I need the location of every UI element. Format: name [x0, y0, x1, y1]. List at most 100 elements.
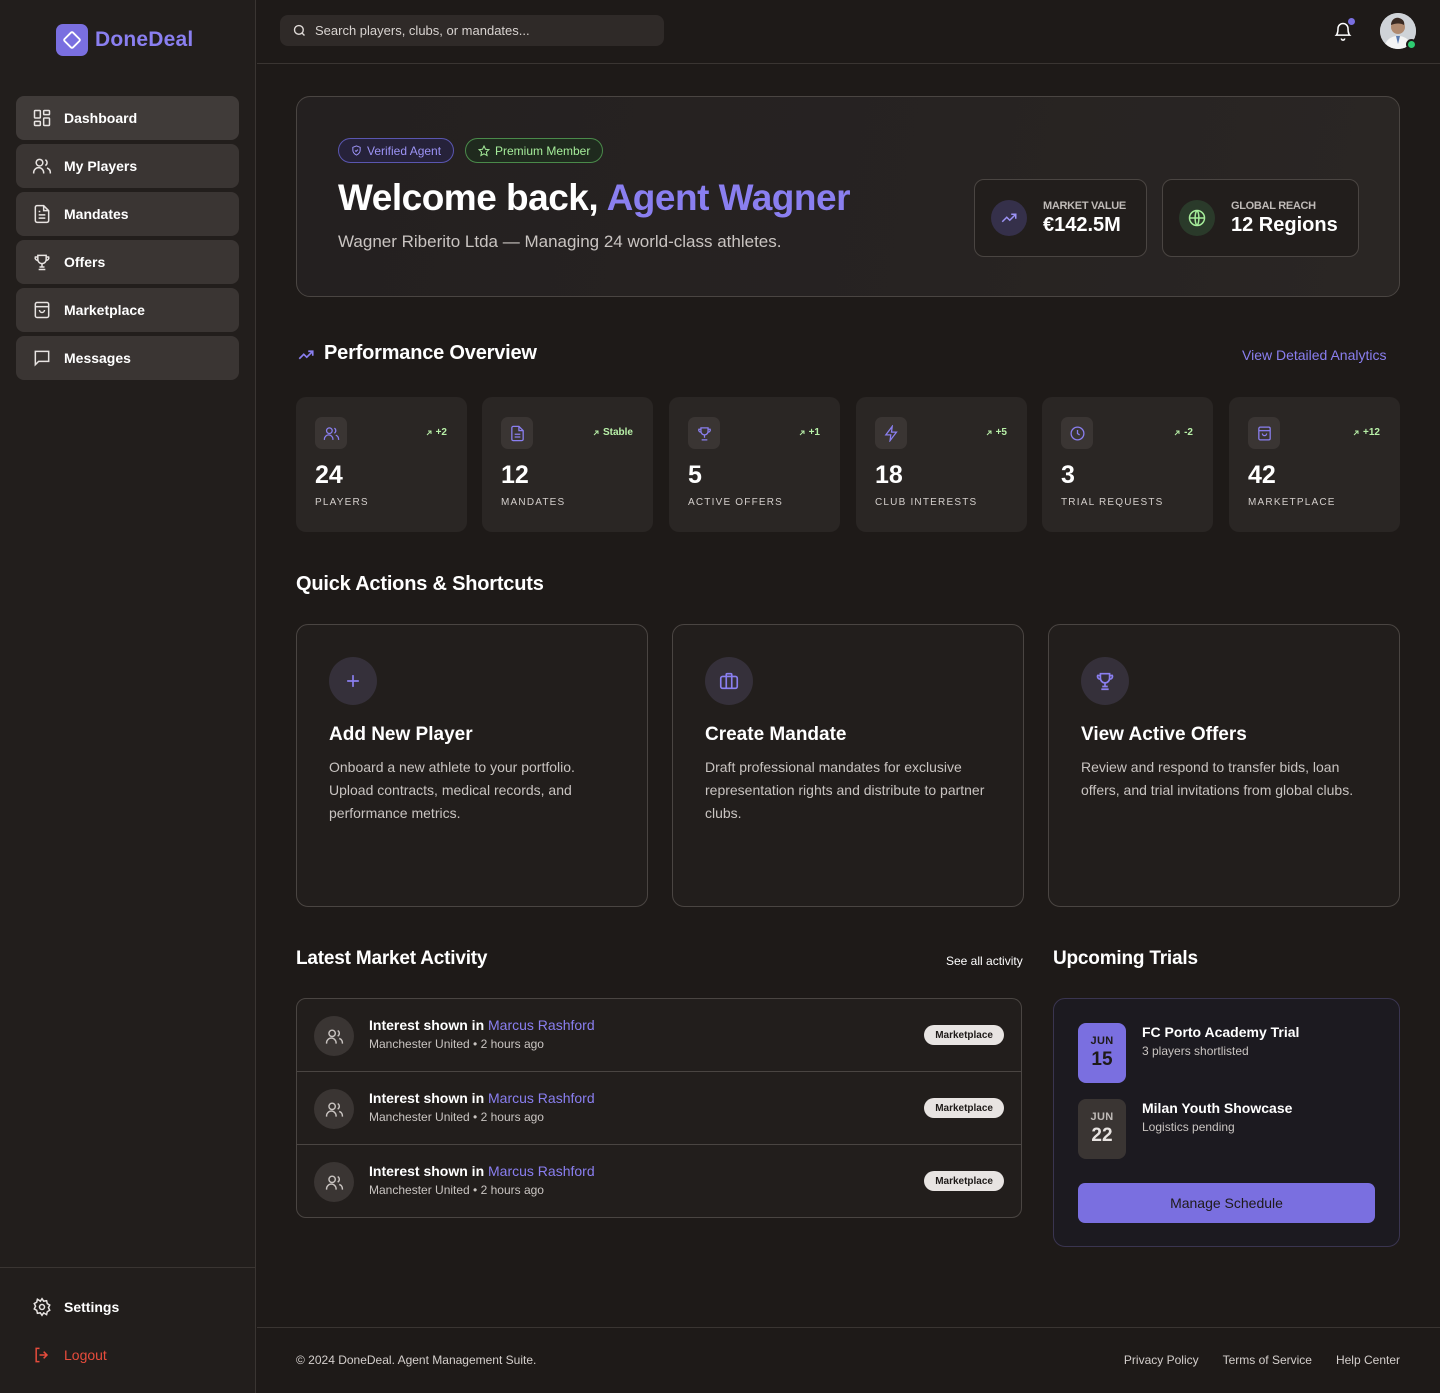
sidebar-item-offers[interactable]: Offers	[16, 240, 239, 284]
trophy-icon	[688, 417, 720, 449]
trophy-icon	[32, 252, 52, 272]
notification-dot	[1348, 18, 1355, 25]
market-activity-title: Latest Market Activity	[296, 948, 488, 969]
add-new-player-card[interactable]: Add New Player Onboard a new athlete to …	[296, 624, 648, 907]
market-value: €142.5M	[1043, 213, 1121, 236]
player-link[interactable]: Marcus Rashford	[488, 1090, 595, 1106]
create-mandate-card[interactable]: Create Mandate Draft professional mandat…	[672, 624, 1024, 907]
sidebar-item-messages[interactable]: Messages	[16, 336, 239, 380]
search-input[interactable]	[315, 23, 655, 38]
trial-item[interactable]: JUN 15 FC Porto Academy Trial 3 players …	[1078, 1023, 1299, 1083]
sidebar-item-label: Dashboard	[64, 110, 138, 126]
premium-badge-label: Premium Member	[495, 143, 591, 158]
message-icon	[32, 348, 52, 368]
document-icon	[501, 417, 533, 449]
manage-schedule-button[interactable]: Manage Schedule	[1078, 1183, 1375, 1223]
player-link[interactable]: Marcus Rashford	[488, 1163, 595, 1179]
global-reach-card: GLOBAL REACH 12 Regions	[1162, 179, 1359, 257]
star-icon	[478, 144, 490, 157]
trial-day: 22	[1091, 1125, 1113, 1146]
trial-date: JUN 15	[1078, 1023, 1126, 1083]
help-center-link[interactable]: Help Center	[1336, 1353, 1400, 1367]
trend-value: +2	[435, 427, 447, 438]
activity-title: Interest shown in Marcus Rashford	[369, 1017, 595, 1033]
card-description: Review and respond to transfer bids, loa…	[1081, 759, 1354, 798]
card-description: Onboard a new athlete to your portfolio.…	[329, 759, 575, 821]
card-title: View Active Offers	[1081, 724, 1247, 745]
card-title: Add New Player	[329, 724, 473, 745]
sidebar-item-dashboard[interactable]: Dashboard	[16, 96, 239, 140]
kpi-label: PLAYERS	[315, 497, 369, 508]
activity-prefix: Interest shown in	[369, 1163, 489, 1179]
trend-value: +5	[995, 427, 1007, 438]
kpi-value: 5	[688, 461, 702, 489]
sidebar-item-marketplace[interactable]: Marketplace	[16, 288, 239, 332]
market-value-label: MARKET VALUE	[1043, 199, 1126, 212]
trial-month: JUN	[1090, 1035, 1114, 1047]
welcome-hero: Verified Agent Premium Member Welcome ba…	[296, 96, 1400, 297]
sidebar-item-mandates[interactable]: Mandates	[16, 192, 239, 236]
activity-row[interactable]: Interest shown in Marcus Rashford Manche…	[297, 999, 1021, 1072]
logout-label: Logout	[64, 1347, 107, 1363]
logo[interactable]: DoneDeal	[56, 24, 193, 56]
logo-mark-icon	[56, 24, 88, 56]
logout-link[interactable]: Logout	[32, 1345, 107, 1365]
activity-row[interactable]: Interest shown in Marcus Rashford Manche…	[297, 1145, 1021, 1217]
shopping-bag-icon	[32, 300, 52, 320]
performance-overview-title: Performance Overview	[324, 342, 537, 364]
kpi-trend: +5	[985, 427, 1007, 438]
activity-meta: Manchester United • 2 hours ago	[369, 1183, 544, 1197]
globe-icon	[1179, 200, 1215, 236]
lightning-icon	[875, 417, 907, 449]
trophy-icon	[1081, 657, 1129, 705]
activity-prefix: Interest shown in	[369, 1017, 489, 1033]
activity-row[interactable]: Interest shown in Marcus Rashford Manche…	[297, 1072, 1021, 1145]
notifications-button[interactable]	[1333, 18, 1355, 42]
card-title: Create Mandate	[705, 724, 847, 745]
privacy-policy-link[interactable]: Privacy Policy	[1124, 1353, 1199, 1367]
activity-badge: Marketplace	[924, 1098, 1004, 1118]
sidebar-item-label: My Players	[64, 158, 138, 174]
kpi-card-mandates[interactable]: Stable 12 MANDATES	[482, 397, 653, 532]
upcoming-trials-title: Upcoming Trials	[1053, 948, 1198, 969]
settings-label: Settings	[64, 1299, 120, 1315]
activity-meta: Manchester United • 2 hours ago	[369, 1110, 544, 1124]
search-icon	[292, 23, 307, 38]
activity-title: Interest shown in Marcus Rashford	[369, 1090, 595, 1106]
sidebar: DoneDeal Dashboard My Players Mandates O…	[0, 0, 256, 1393]
kpi-trend: +12	[1352, 427, 1380, 438]
kpi-card-club-interests[interactable]: +5 18 CLUB INTERESTS	[856, 397, 1027, 532]
view-active-offers-card[interactable]: View Active Offers Review and respond to…	[1048, 624, 1400, 907]
sidebar-item-my-players[interactable]: My Players	[16, 144, 239, 188]
kpi-card-active-offers[interactable]: +1 5 ACTIVE OFFERS	[669, 397, 840, 532]
clock-icon	[1061, 417, 1093, 449]
activity-meta: Manchester United • 2 hours ago	[369, 1037, 544, 1051]
trial-note: Logistics pending	[1142, 1120, 1235, 1134]
trial-month: JUN	[1090, 1111, 1114, 1123]
trial-item[interactable]: JUN 22 Milan Youth Showcase Logistics pe…	[1078, 1099, 1292, 1159]
sidebar-nav: Dashboard My Players Mandates Offers Mar…	[16, 96, 239, 384]
player-link[interactable]: Marcus Rashford	[488, 1017, 595, 1033]
footer: © 2024 DoneDeal. Agent Management Suite.…	[257, 1327, 1440, 1393]
briefcase-icon	[705, 657, 753, 705]
kpi-card-trial-requests[interactable]: -2 3 TRIAL REQUESTS	[1042, 397, 1213, 532]
settings-link[interactable]: Settings	[32, 1297, 119, 1317]
dashboard-icon	[32, 108, 52, 128]
trial-day: 15	[1091, 1049, 1113, 1070]
terms-of-service-link[interactable]: Terms of Service	[1223, 1353, 1312, 1367]
shield-icon	[351, 145, 362, 156]
see-all-activity-link[interactable]: See all activity	[946, 954, 1023, 968]
agent-name: Agent Wagner	[606, 177, 851, 218]
users-icon	[315, 417, 347, 449]
view-analytics-link[interactable]: View Detailed Analytics	[1242, 347, 1386, 363]
activity-title: Interest shown in Marcus Rashford	[369, 1163, 595, 1179]
kpi-card-players[interactable]: +2 24 PLAYERS	[296, 397, 467, 532]
document-icon	[32, 204, 52, 224]
kpi-label: MARKETPLACE	[1248, 497, 1336, 508]
kpi-label: MANDATES	[501, 497, 566, 508]
logout-icon	[32, 1345, 52, 1365]
kpi-card-marketplace[interactable]: +12 42 MARKETPLACE	[1229, 397, 1400, 532]
users-icon	[32, 156, 52, 176]
kpi-label: TRIAL REQUESTS	[1061, 497, 1164, 508]
page-title: Welcome back, Agent Wagner	[338, 177, 851, 219]
